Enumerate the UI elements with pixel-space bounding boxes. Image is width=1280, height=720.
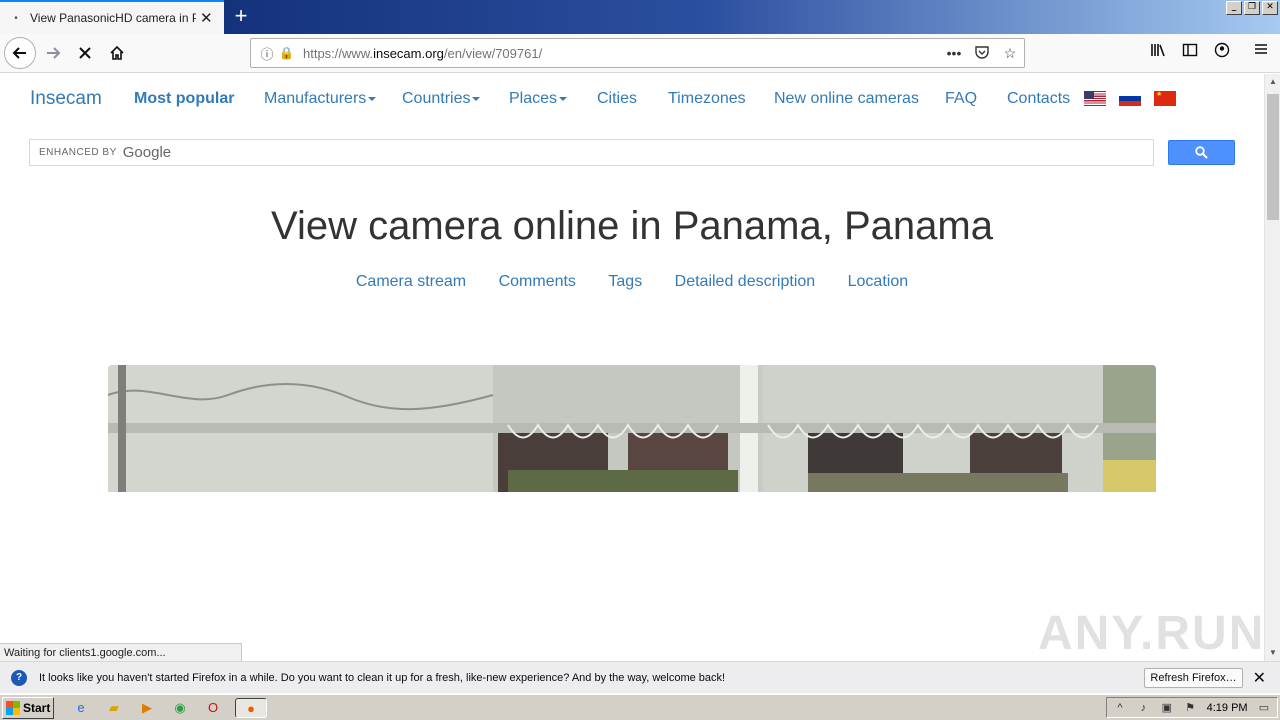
nav-manufacturers-label: Manufacturers: [264, 90, 367, 107]
account-icon[interactable]: [1210, 42, 1234, 64]
enhanced-by-label: ENHANCED BY: [39, 147, 117, 158]
new-tab-button[interactable]: +: [228, 4, 254, 30]
back-arrow-icon: [12, 47, 26, 59]
tab-favicon-icon: •: [14, 12, 18, 24]
sidebar-icon[interactable]: [1178, 42, 1202, 64]
address-bar[interactable]: ⓘ 🔒 https://www.insecam.org/en/view/7097…: [250, 38, 1025, 68]
search-icon: [1195, 146, 1208, 159]
web-page: Insecam Most popular Manufacturers Count…: [0, 74, 1264, 643]
opera-icon[interactable]: O: [202, 698, 224, 718]
start-button[interactable]: Start: [2, 696, 54, 719]
minimize-button[interactable]: _: [1226, 1, 1242, 15]
nav-cities[interactable]: Cities: [597, 90, 637, 108]
forward-button[interactable]: [38, 38, 68, 68]
clock[interactable]: 4:19 PM: [1207, 702, 1248, 714]
cn-flag-icon[interactable]: ★: [1154, 91, 1176, 106]
url-text[interactable]: https://www.insecam.org/en/view/709761/: [303, 46, 940, 61]
google-logo: Google: [122, 144, 172, 161]
camera-frame-picture: [108, 365, 1156, 492]
firefox-taskbar-icon[interactable]: ●: [235, 697, 267, 718]
nav-faq[interactable]: FAQ: [945, 90, 977, 108]
section-links: Camera stream Comments Tags Detailed des…: [0, 273, 1264, 291]
site-brand-link[interactable]: Insecam: [30, 88, 102, 110]
section-link-camera-stream[interactable]: Camera stream: [356, 273, 466, 290]
anyrun-watermark: ANY.RUN: [1038, 607, 1266, 660]
search-button[interactable]: [1168, 140, 1235, 165]
nav-places[interactable]: Places: [509, 90, 568, 108]
explorer-folder-icon[interactable]: ▰: [103, 698, 125, 718]
google-search-box[interactable]: ENHANCED BY Google: [29, 139, 1154, 166]
browser-tab[interactable]: • View PanasonicHD camera in Panama ✕: [0, 0, 224, 34]
section-link-tags[interactable]: Tags: [608, 273, 642, 290]
caret-down-icon: [559, 96, 568, 101]
restore-button[interactable]: ❐: [1244, 1, 1260, 15]
windows-taskbar: Start e ▰ ▶ ◉ O ● ^ ♪ ▣ ⚑ 4:19 PM ▭: [0, 694, 1280, 720]
search-input[interactable]: [177, 140, 1153, 165]
site-info-icon[interactable]: ⓘ: [259, 44, 275, 63]
window-controls: _ ❐ ✕: [1226, 1, 1278, 15]
nav-contacts[interactable]: Contacts: [1007, 90, 1070, 108]
section-link-detailed-description[interactable]: Detailed description: [675, 273, 816, 290]
caret-down-icon: [472, 96, 481, 101]
scroll-up-icon[interactable]: ▲: [1265, 74, 1280, 90]
nav-most-popular[interactable]: Most popular: [134, 90, 234, 108]
scroll-down-icon[interactable]: ▼: [1265, 645, 1280, 661]
home-icon: [110, 45, 124, 60]
action-center-flag-icon[interactable]: ⚑: [1183, 701, 1197, 714]
back-button[interactable]: [4, 37, 36, 69]
system-tray: ^ ♪ ▣ ⚑ 4:19 PM ▭: [1106, 697, 1278, 718]
nav-countries[interactable]: Countries: [402, 90, 481, 108]
scrollbar-thumb[interactable]: [1267, 94, 1279, 220]
browser-tab-bar: • View PanasonicHD camera in Panama ✕ + …: [0, 0, 1280, 34]
forward-arrow-icon: [47, 47, 61, 59]
page-title: View camera online in Panama, Panama: [271, 204, 993, 248]
nav-new-online-cameras[interactable]: New online cameras: [774, 90, 919, 108]
chrome-icon[interactable]: ◉: [169, 698, 191, 718]
nav-timezones[interactable]: Timezones: [668, 90, 746, 108]
pocket-icon[interactable]: [968, 45, 996, 62]
tab-title: View PanasonicHD camera in Panama: [30, 11, 196, 25]
refresh-firefox-button[interactable]: Refresh Firefox…: [1144, 667, 1243, 688]
start-label: Start: [23, 700, 51, 715]
question-icon: ?: [11, 669, 27, 686]
windows-logo-icon: [6, 700, 20, 715]
nav-countries-label: Countries: [402, 90, 471, 107]
network-icon[interactable]: ▣: [1160, 701, 1174, 714]
insecure-lock-icon[interactable]: 🔒: [279, 46, 295, 60]
camera-stream-image[interactable]: [108, 365, 1156, 492]
ru-flag-icon[interactable]: [1119, 91, 1141, 106]
volume-icon[interactable]: ♪: [1136, 702, 1150, 714]
stop-icon: [79, 47, 91, 59]
media-player-icon[interactable]: ▶: [136, 698, 158, 718]
tray-expand-icon[interactable]: ^: [1113, 702, 1127, 714]
show-desktop-icon[interactable]: ▭: [1257, 701, 1271, 714]
refresh-firefox-notification: ? It looks like you haven't started Fire…: [0, 661, 1280, 693]
tab-close-icon[interactable]: ✕: [200, 9, 216, 27]
nav-places-label: Places: [509, 90, 558, 107]
page-actions-menu-icon[interactable]: •••: [940, 45, 968, 61]
stop-button[interactable]: [70, 38, 100, 68]
window-close-button[interactable]: ✕: [1262, 1, 1278, 15]
section-link-comments[interactable]: Comments: [499, 273, 576, 290]
section-link-location[interactable]: Location: [848, 273, 909, 290]
library-icon[interactable]: [1146, 42, 1170, 64]
navigation-toolbar: ⓘ 🔒 https://www.insecam.org/en/view/7097…: [0, 34, 1280, 73]
notification-message: It looks like you haven't started Firefo…: [39, 671, 726, 684]
caret-down-icon: [368, 96, 377, 101]
loading-status: Waiting for clients1.google.com...: [0, 643, 242, 661]
home-button[interactable]: [102, 38, 132, 68]
bookmark-star-icon[interactable]: ☆: [996, 45, 1024, 62]
us-flag-icon[interactable]: [1084, 91, 1106, 106]
site-navbar: Insecam Most popular Manufacturers Count…: [0, 74, 1264, 124]
ie-icon[interactable]: e: [70, 698, 92, 718]
page-scrollbar[interactable]: ▲ ▼: [1264, 74, 1280, 661]
close-notification-icon[interactable]: ✕: [1253, 668, 1266, 688]
nav-manufacturers[interactable]: Manufacturers: [264, 90, 377, 108]
menu-icon[interactable]: [1249, 42, 1273, 64]
